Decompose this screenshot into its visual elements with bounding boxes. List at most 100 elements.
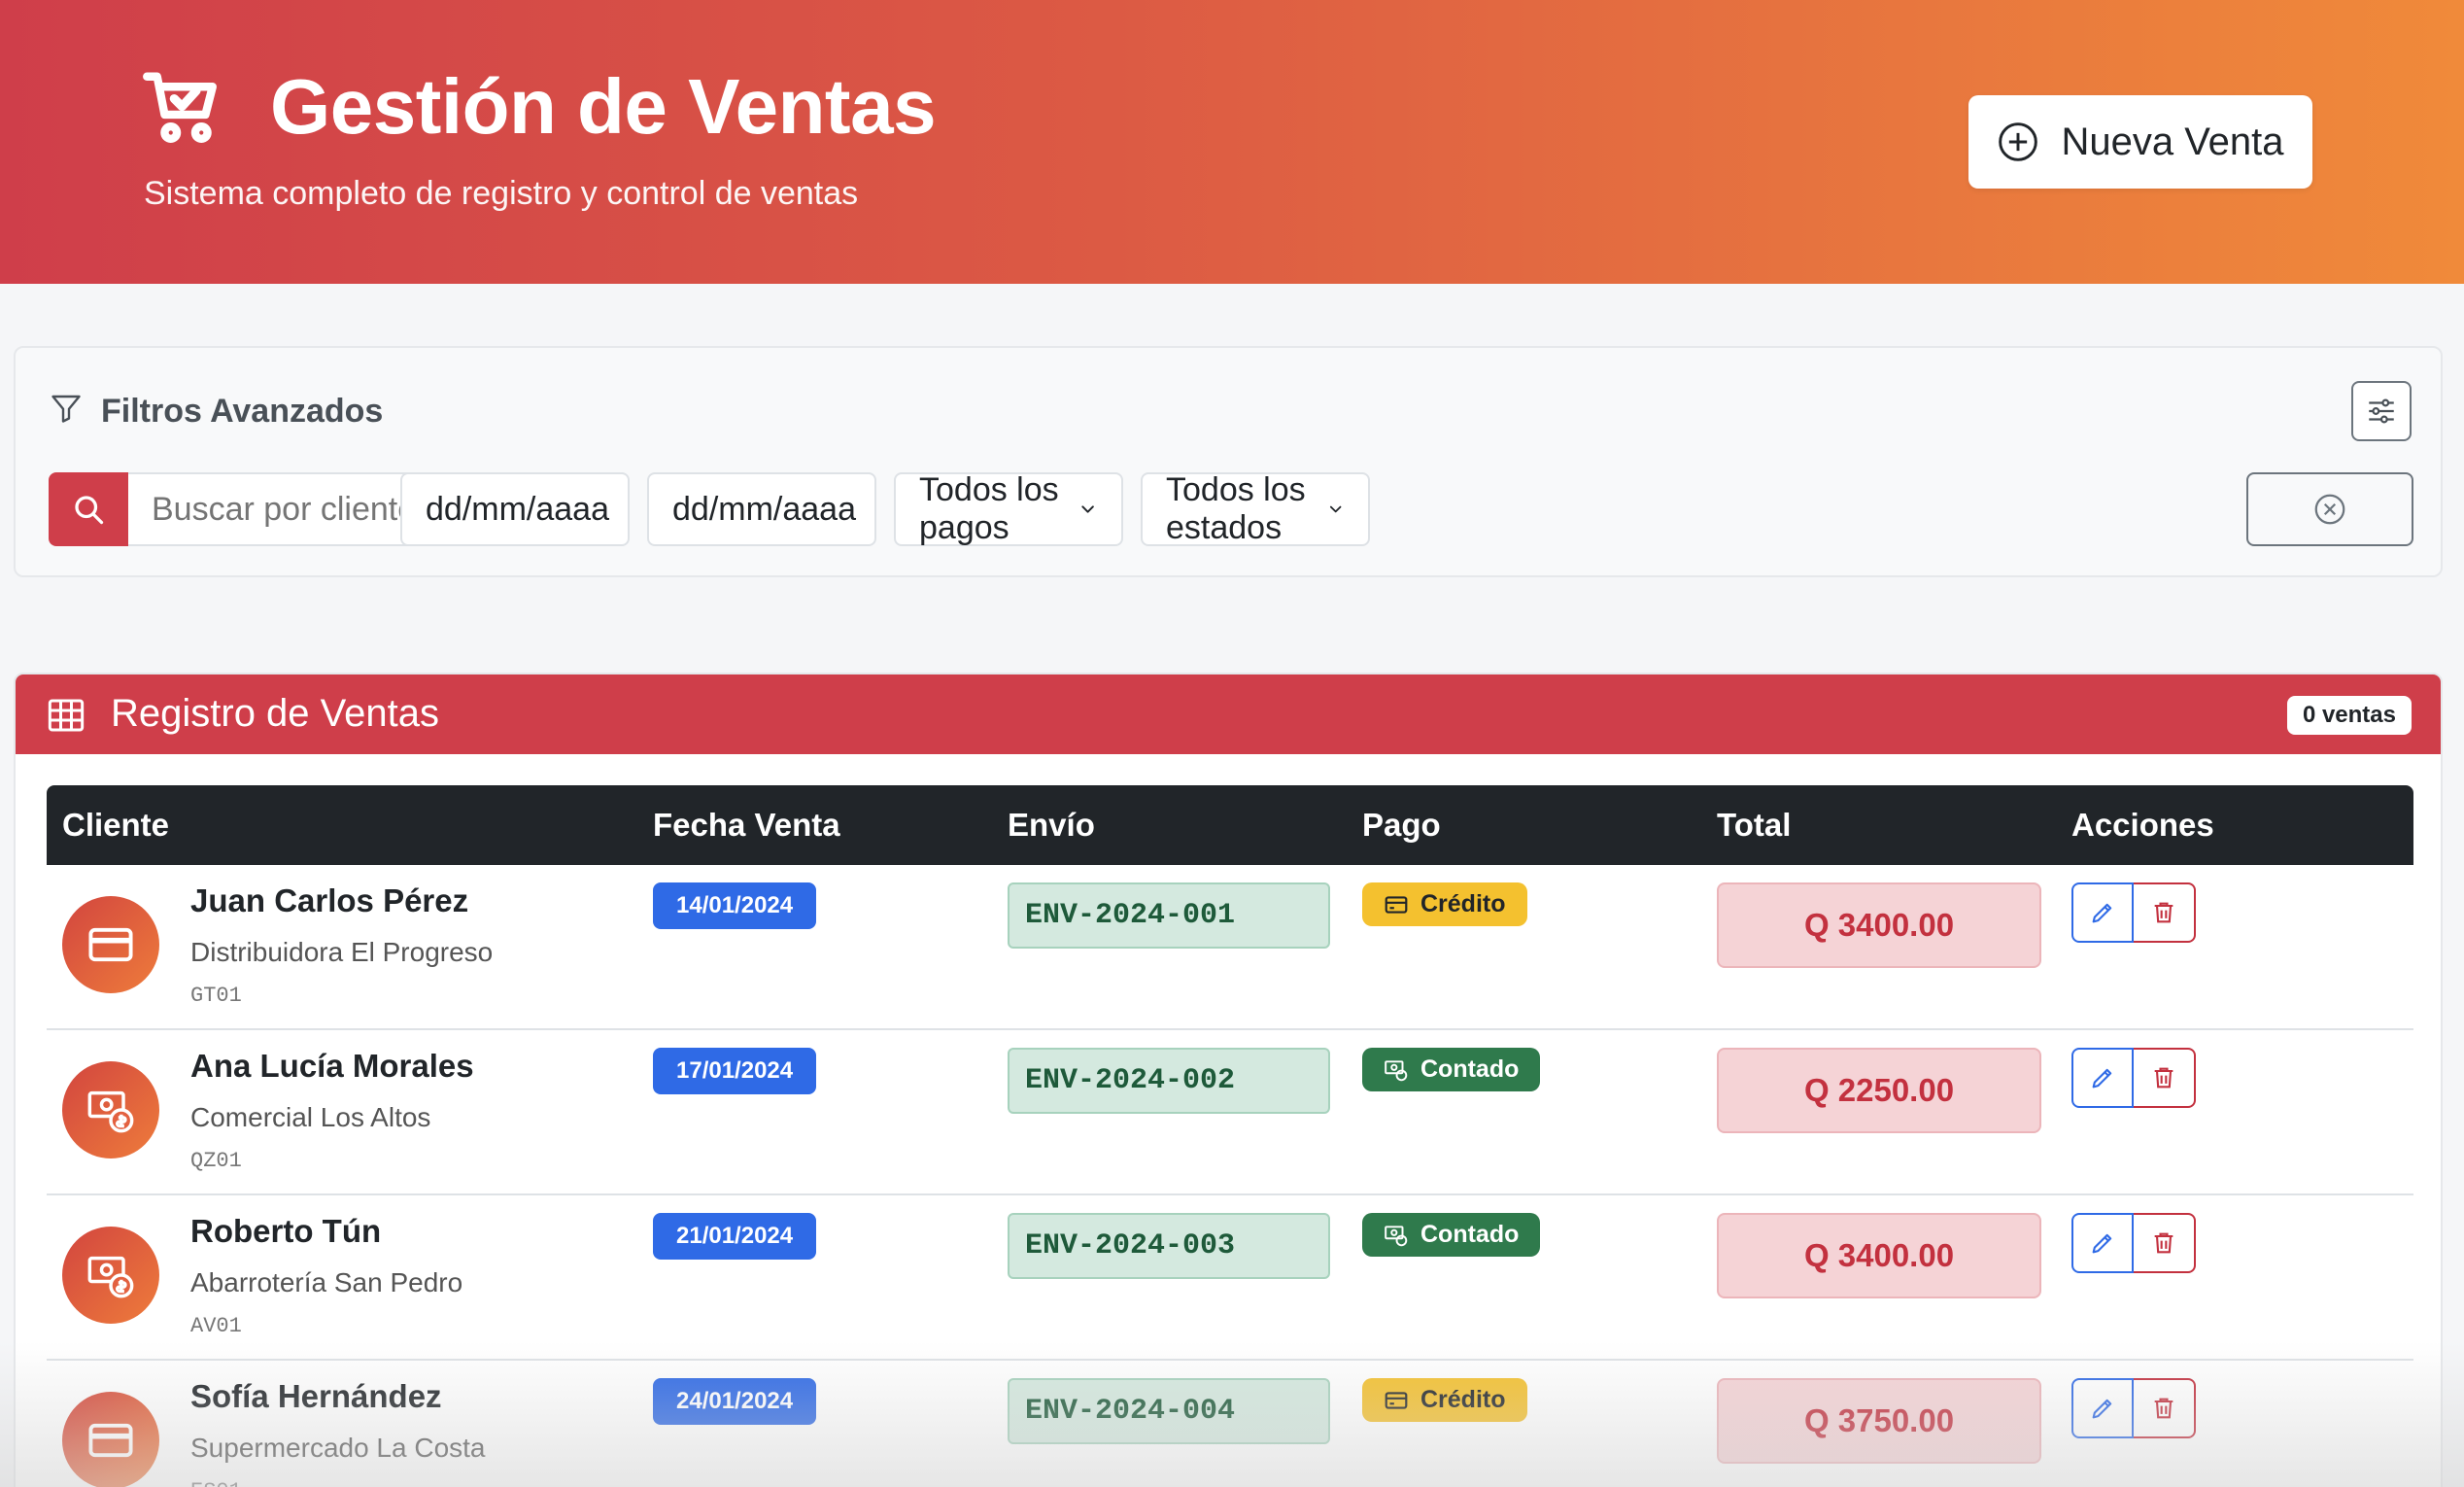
client-name: Roberto Tún [190,1213,382,1249]
sale-date-badge: 14/01/2024 [653,882,817,929]
table-header-row: Cliente Fecha Venta Envío Pago Total Acc… [47,785,2413,865]
trash-icon [2154,1398,2173,1419]
client-code: GT01 [190,984,242,1008]
credit-card-icon [88,1423,133,1458]
client-avatar [62,896,159,993]
chevron-down-icon [1081,505,1094,513]
trash-icon [2154,902,2173,923]
column-header: Cliente [47,785,637,865]
pencil-icon [2092,1068,2112,1089]
search-button[interactable] [49,472,128,546]
sale-date-badge: 24/01/2024 [653,1378,817,1425]
status-select[interactable]: Todos los estados [1141,471,1370,546]
cart-check-icon [143,72,217,144]
shipment-code: ENV-2024-003 [1008,1213,1330,1279]
edit-button[interactable] [2071,1213,2134,1273]
shipment-code: ENV-2024-002 [1008,1048,1330,1114]
filter-settings-button[interactable] [2351,381,2412,441]
client-code: ES01 [190,1479,242,1487]
column-header: Fecha Venta [637,785,992,865]
client-cell: Roberto Tún Abarrotería San Pedro AV01 [62,1213,637,1359]
sale-date-badge: 17/01/2024 [653,1048,817,1094]
sliders-icon [2369,398,2394,424]
search-icon [75,496,104,525]
sale-total: Q 3750.00 [1717,1378,2041,1464]
row-actions [2071,882,2196,943]
column-header: Acciones [2056,785,2413,865]
page-subtitle: Sistema completo de registro y control d… [144,175,859,212]
clear-filters-button[interactable] [2246,472,2413,546]
shipment-code: ENV-2024-004 [1008,1378,1330,1444]
payment-badge: Contado [1362,1048,1541,1091]
row-actions [2071,1378,2196,1438]
payment-select[interactable]: Todos los pagos [894,471,1123,546]
date-to-value: dd/mm/aaaa [672,490,856,528]
pencil-icon [2092,1233,2112,1254]
client-company: Supermercado La Costa [190,1433,486,1463]
funnel-icon [51,395,81,423]
date-from-field[interactable]: dd/mm/aaaa [400,472,630,546]
credit-card-icon [88,927,133,962]
cash-icon [87,1090,134,1133]
pencil-icon [2092,903,2112,923]
payment-select-value: Todos los pagos [919,471,1059,546]
edit-button[interactable] [2071,1378,2134,1438]
sales-count-badge: 0 ventas [2286,696,2412,735]
table-row: Sofía Hernández Supermercado La Costa ES… [47,1360,2413,1487]
client-company: Distribuidora El Progreso [190,937,494,967]
sale-total: Q 2250.00 [1717,1048,2041,1133]
client-code: AV01 [190,1314,242,1338]
client-name: Ana Lucía Morales [190,1048,474,1084]
cash-icon [1385,1059,1408,1081]
plus-circle-icon [1999,122,2038,161]
table-row: Juan Carlos Pérez Distribuidora El Progr… [47,865,2413,1030]
edit-button[interactable] [2071,1048,2134,1108]
client-company: Comercial Los Altos [190,1102,431,1132]
delete-button[interactable] [2134,1048,2196,1108]
delete-button[interactable] [2134,1213,2196,1273]
filters-title: Filtros Avanzados [101,393,384,430]
edit-button[interactable] [2071,882,2134,943]
client-cell: Sofía Hernández Supermercado La Costa ES… [62,1378,637,1487]
delete-button[interactable] [2134,882,2196,943]
new-sale-label: Nueva Venta [2061,120,2284,163]
client-name: Sofía Hernández [190,1378,442,1414]
sales-card: Registro de Ventas 0 ventas Cliente Fech… [14,673,2443,1487]
payment-label: Crédito [1420,890,1506,917]
client-code: QZ01 [190,1149,242,1173]
trash-icon [2154,1232,2173,1254]
column-header: Pago [1347,785,1701,865]
cash-icon [87,1256,134,1298]
payment-badge: Contado [1362,1213,1541,1257]
client-cell: Ana Lucía Morales Comercial Los Altos QZ… [62,1048,637,1193]
table-icon [48,699,85,732]
page-title: Gestión de Ventas [270,63,937,150]
filters-panel: Filtros Avanzados dd/mm/aaaa dd/mm/aaaa … [14,346,2443,577]
client-avatar [62,1392,159,1487]
sale-total: Q 3400.00 [1717,1213,2041,1298]
sales-card-header: Registro de Ventas 0 ventas [16,674,2441,754]
column-header: Envío [992,785,1347,865]
trash-icon [2154,1067,2173,1089]
client-cell: Juan Carlos Pérez Distribuidora El Progr… [62,882,637,1028]
sales-table: Cliente Fecha Venta Envío Pago Total Acc… [47,785,2413,1487]
new-sale-button[interactable]: Nueva Venta [1968,95,2312,189]
payment-label: Contado [1420,1055,1520,1083]
client-name: Juan Carlos Pérez [190,882,469,918]
table-row: Roberto Tún Abarrotería San Pedro AV01 2… [47,1194,2413,1361]
client-avatar [62,1227,159,1324]
sale-total: Q 3400.00 [1717,882,2041,968]
cash-icon [1385,1225,1408,1246]
payment-label: Contado [1420,1221,1520,1248]
column-header: Total [1701,785,2056,865]
client-avatar [62,1061,159,1158]
row-actions [2071,1048,2196,1108]
date-from-value: dd/mm/aaaa [426,490,609,528]
date-to-field[interactable]: dd/mm/aaaa [647,472,876,546]
credit-card-icon [1385,895,1408,914]
delete-button[interactable] [2134,1378,2196,1438]
status-select-value: Todos los estados [1166,471,1306,546]
chevron-down-icon [1329,505,1342,513]
sales-card-title: Registro de Ventas [111,692,439,735]
page-header: Gestión de Ventas Sistema completo de re… [0,0,2464,284]
